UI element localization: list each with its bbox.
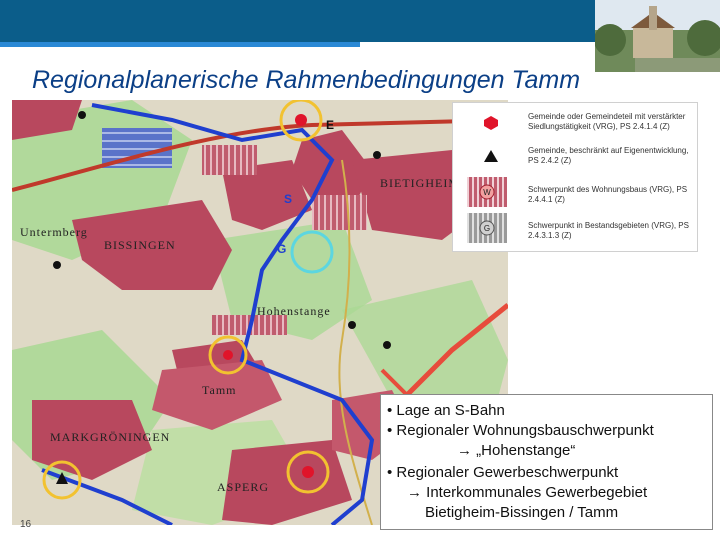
bullet-hohenstange: → „Hohenstange“ (457, 442, 576, 459)
place-markgroeningen: MARKGRÖNINGEN (50, 430, 171, 444)
bullet-gewerbegebiet: → Interkommunales Gewerbegebiet (407, 484, 648, 501)
legend-text: Gemeinde oder Gemeindeteil mit verstärkt… (528, 112, 686, 131)
header-photo (595, 0, 720, 72)
place-hohenstange: Hohenstange (257, 304, 331, 318)
hatched-g-icon: G (467, 213, 507, 243)
bullet-bietigheim-tamm: Bietigheim-Bissingen / Tamm (425, 504, 619, 521)
place-bissingen: BISSINGEN (104, 238, 176, 252)
legend-text: Gemeinde, beschränkt auf Eigenentwicklun… (528, 146, 689, 165)
map-label-railway: E (326, 118, 336, 132)
map-label-s-bahn: S (284, 192, 294, 206)
map-legend: Gemeinde oder Gemeindeteil mit verstärkt… (452, 102, 698, 252)
page-title: Regionalplanerische Rahmenbedingungen Ta… (32, 66, 581, 94)
map-label-gewerbe: G (277, 242, 288, 256)
legend-text: Schwerpunkt in Bestandsgebieten (VRG), P… (528, 221, 689, 240)
hatched-w-icon: W (467, 177, 507, 207)
svg-text:G: G (484, 224, 490, 233)
slide-number: 16 (20, 519, 32, 530)
bullet-wohnungsbau: • Regionaler Wohnungsbauschwerpunkt (387, 422, 654, 439)
svg-text:W: W (483, 188, 491, 197)
bullet-s-bahn: • Lage an S-Bahn (387, 402, 505, 419)
place-asperg: ASPERG (217, 480, 270, 494)
key-points-box: • Lage an S-Bahn • Regionaler Wohnungsba… (380, 394, 713, 530)
black-triangle-icon (484, 150, 498, 162)
bullet-gewerbe: • Regionaler Gewerbeschwerpunkt (387, 464, 619, 481)
place-tamm: Tamm (202, 383, 237, 397)
place-untermberg: Untermberg (20, 225, 88, 239)
header-accent-line (0, 42, 360, 47)
place-bietigheim: BIETIGHEIM (380, 176, 460, 190)
legend-text: Schwerpunkt des Wohnungsbaus (VRG), PS 2… (528, 185, 688, 204)
red-hexagon-icon (484, 116, 498, 130)
